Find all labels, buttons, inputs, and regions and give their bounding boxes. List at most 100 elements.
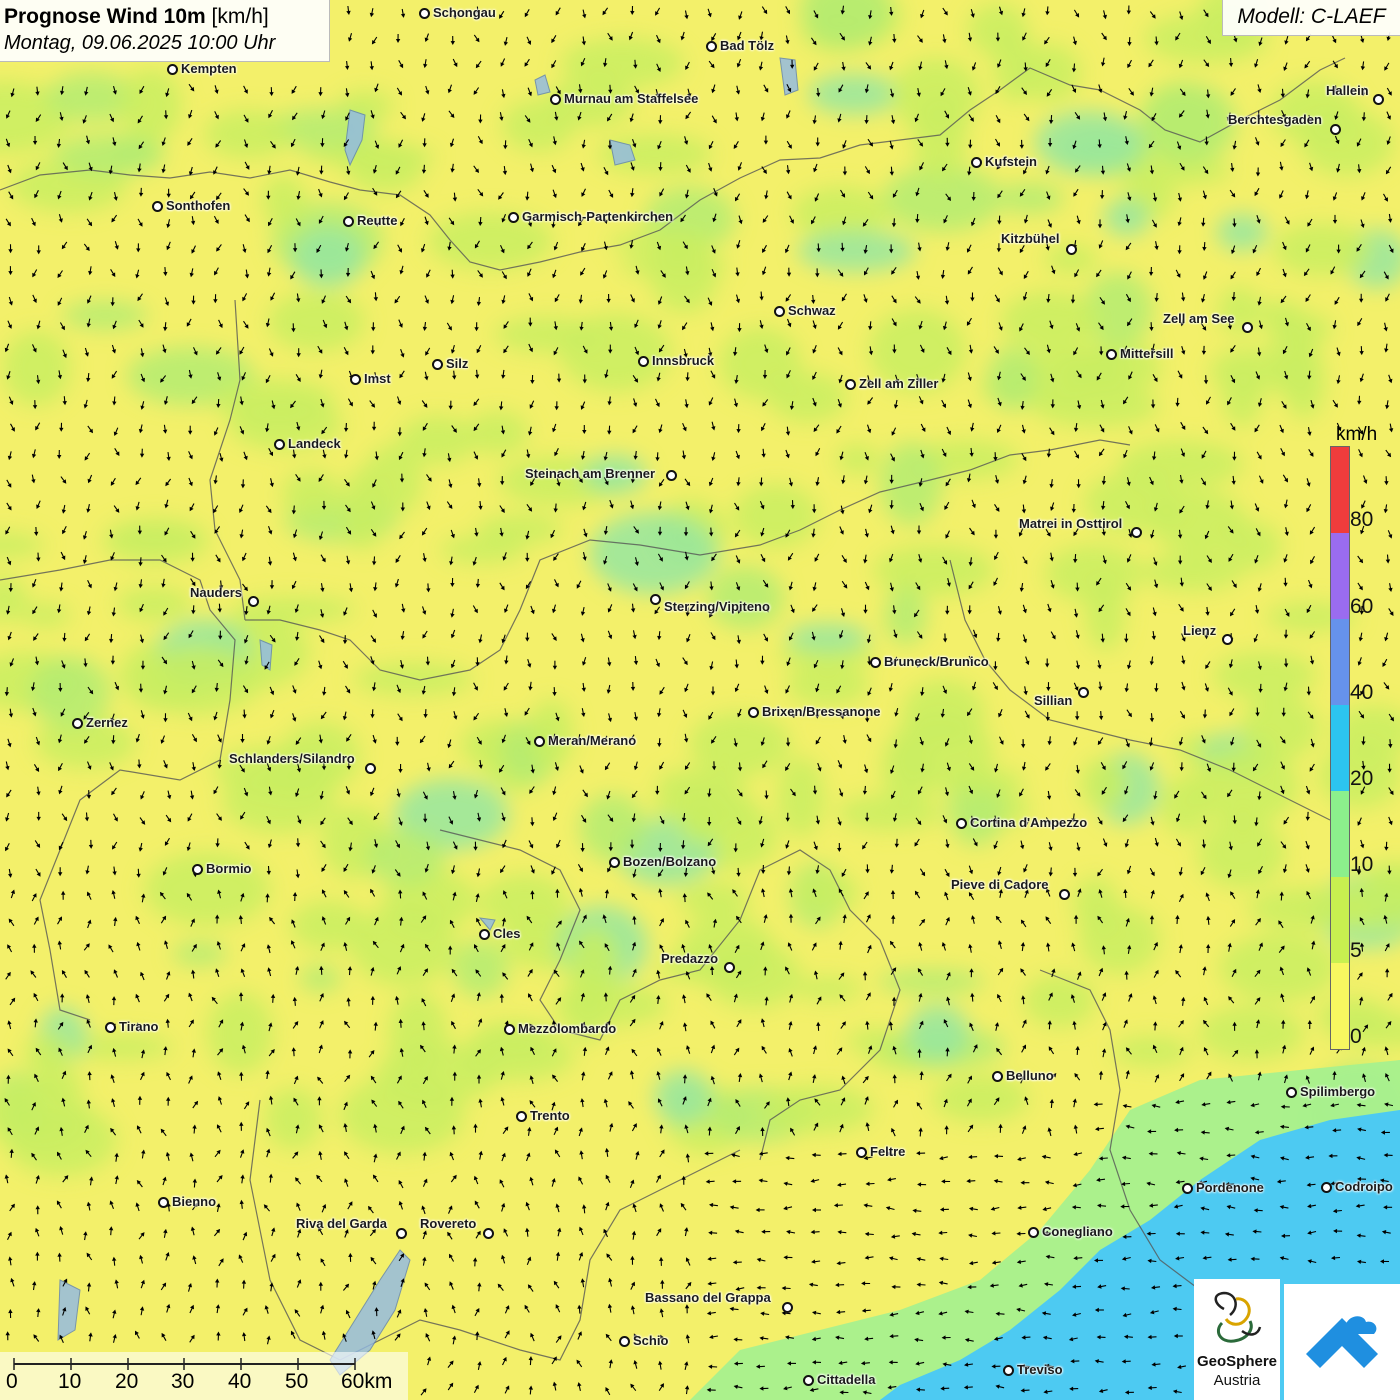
- city-marker: [1028, 1227, 1039, 1238]
- city-marker: [419, 8, 430, 19]
- scale-label: 0: [6, 1370, 18, 1393]
- city-label: Spilimbergo: [1300, 1084, 1376, 1099]
- wind-speed-patch: [1282, 344, 1326, 420]
- city-label: Trento: [530, 1108, 570, 1123]
- city-marker: [666, 470, 677, 481]
- wind-speed-patch: [1265, 312, 1333, 346]
- wind-speed-patch: [116, 587, 192, 621]
- city-marker: [1330, 124, 1341, 135]
- wind-speed-patch: [466, 410, 529, 455]
- city-marker: [1373, 94, 1384, 105]
- city-marker: [619, 1336, 630, 1347]
- city-label: Conegliano: [1042, 1224, 1113, 1239]
- legend-unit: km/h: [1336, 424, 1378, 445]
- wind-speed-patch: [732, 484, 819, 548]
- wind-speed-patch: [264, 1088, 323, 1150]
- city-marker: [72, 718, 83, 729]
- city-label: Schongau: [433, 5, 496, 20]
- city-label: Bruneck/Brunico: [884, 654, 989, 669]
- city-label: Landeck: [288, 436, 341, 451]
- wind-speed-patch: [679, 800, 720, 843]
- scale-label: 50: [285, 1370, 309, 1393]
- city-label: Steinach am Brenner: [525, 466, 656, 481]
- city-marker: [638, 356, 649, 367]
- city-label: Belluno: [1006, 1068, 1054, 1083]
- city-label: Murnau am Staffelsee: [564, 91, 699, 106]
- wind-speed-patch: [996, 182, 1064, 214]
- city-marker: [534, 736, 545, 747]
- model-label: Modell: C-LAEF: [1222, 0, 1400, 36]
- scale-label: 40: [228, 1370, 252, 1393]
- city-marker: [992, 1071, 1003, 1082]
- city-label: Imst: [364, 371, 391, 386]
- wind-speed-patch: [291, 226, 365, 288]
- wind-speed-patch: [477, 513, 563, 545]
- wind-speed-patch: [282, 470, 341, 518]
- wind-speed-patch: [1240, 695, 1320, 760]
- cloud-arrow-icon: [1306, 1316, 1378, 1368]
- wind-speed-patch: [1000, 291, 1101, 351]
- wind-speed-patch: [1085, 576, 1126, 652]
- geosphere-swirl-icon: [1214, 1291, 1262, 1343]
- city-marker: [1286, 1087, 1297, 1098]
- city-label: Mittersill: [1120, 346, 1174, 361]
- city-label: Rovereto: [420, 1216, 477, 1231]
- wind-speed-patch: [262, 175, 306, 227]
- wind-speed-patch: [108, 524, 202, 550]
- legend-tick-label: 40: [1350, 681, 1374, 704]
- wind-speed-patch: [452, 939, 509, 998]
- wind-speed-patch: [134, 646, 262, 715]
- city-label: Kufstein: [985, 154, 1037, 169]
- wind-forecast-map: Prognose Wind 10m [km/h] Montag, 09.06.2…: [0, 0, 1400, 1400]
- scale-label: 60km: [341, 1370, 393, 1393]
- wind-speed-patch: [967, 3, 1028, 57]
- wind-speed-patch: [579, 794, 646, 862]
- wind-speed-patch: [1057, 345, 1129, 393]
- city-label: Cortina d'Ampezzo: [970, 815, 1088, 830]
- wind-speed-patch: [398, 415, 477, 465]
- city-marker: [956, 818, 967, 829]
- city-label: Zell am Ziller: [859, 376, 939, 391]
- scale-label: 10: [58, 1370, 82, 1393]
- city-marker: [1106, 349, 1117, 360]
- legend-tick-label: 80: [1350, 508, 1374, 531]
- city-marker: [1059, 889, 1070, 900]
- wind-speed-patch: [1103, 198, 1150, 237]
- wind-speed-patch: [120, 68, 182, 143]
- legend-tick-label: 60: [1350, 595, 1374, 618]
- city-label: Meran/Merano: [548, 733, 637, 748]
- wind-speed-patch: [787, 623, 869, 652]
- city-label: Treviso: [1017, 1362, 1063, 1377]
- wind-speed-patch: [1216, 213, 1268, 251]
- city-marker: [803, 1375, 814, 1386]
- city-label: Bienno: [172, 1194, 217, 1209]
- wind-speed-patch: [365, 829, 446, 886]
- legend-color-segment: [1331, 877, 1349, 963]
- wind-speed-patch: [19, 602, 71, 628]
- wind-speed-patch: [1112, 1035, 1192, 1067]
- legend-tick-label: 10: [1350, 853, 1374, 876]
- wind-speed-patch: [987, 346, 1038, 411]
- wind-speed-patch: [785, 663, 870, 707]
- wind-speed-patch: [808, 73, 900, 115]
- wind-speed-patch: [568, 926, 619, 1006]
- city-label: Brixen/Bressanone: [762, 704, 881, 719]
- city-marker: [350, 374, 361, 385]
- city-marker: [152, 201, 163, 212]
- city-label: Matrei in Osttirol: [1019, 516, 1123, 531]
- wind-speed-patch: [1212, 651, 1317, 700]
- wind-speed-patch: [1273, 223, 1371, 276]
- legend-tick-label: 20: [1350, 767, 1374, 790]
- wind-speed-patch: [206, 992, 274, 1074]
- wind-speed-patch: [1197, 817, 1286, 889]
- city-label: Garmisch-Partenkirchen: [522, 209, 674, 224]
- wind-speed-patch: [677, 882, 751, 917]
- city-label: Feltre: [870, 1144, 906, 1159]
- city-label: Innsbruck: [652, 353, 715, 368]
- city-marker: [432, 359, 443, 370]
- weather-app-logo[interactable]: [1284, 1284, 1400, 1400]
- wind-speed-patch: [1139, 83, 1237, 164]
- city-marker: [479, 929, 490, 940]
- legend-color-segment: [1331, 447, 1349, 533]
- wind-speed-patch: [836, 794, 942, 831]
